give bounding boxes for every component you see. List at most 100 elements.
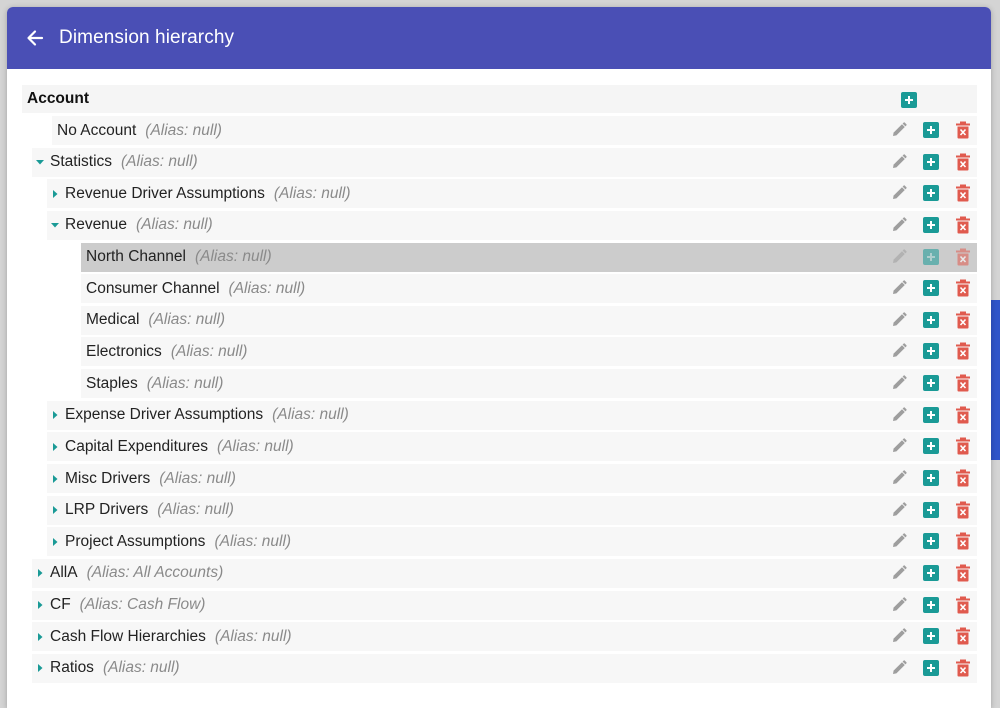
node-actions (889, 531, 973, 551)
tree-node-misc-drivers[interactable]: Misc Drivers (Alias: null) (47, 464, 977, 494)
add-child-button[interactable] (921, 626, 941, 646)
delete-trash-icon[interactable] (953, 183, 973, 203)
edit-pencil-icon[interactable] (889, 500, 909, 520)
plus-icon (923, 375, 939, 392)
edit-pencil-icon[interactable] (889, 373, 909, 393)
tree-node-project-assumptions[interactable]: Project Assumptions (Alias: null) (47, 527, 977, 557)
tree-node-revenue[interactable]: Revenue (Alias: null) (47, 210, 977, 240)
caret-down-icon[interactable] (47, 220, 63, 230)
edit-pencil-icon[interactable] (889, 310, 909, 330)
edit-pencil-icon[interactable] (889, 563, 909, 583)
tree-node-cash-flow-hierarchies[interactable]: Cash Flow Hierarchies (Alias: null) (32, 622, 977, 652)
tree-node-consumer-channel[interactable]: Consumer Channel (Alias: null) (81, 274, 977, 304)
edit-pencil-icon[interactable] (889, 405, 909, 425)
caret-right-icon[interactable] (47, 474, 63, 484)
delete-trash-icon[interactable] (953, 405, 973, 425)
tree-node-revenue-driver-assumptions[interactable]: Revenue Driver Assumptions (Alias: null) (47, 179, 977, 209)
edit-pencil-icon[interactable] (889, 468, 909, 488)
delete-trash-icon[interactable] (953, 436, 973, 456)
add-child-button[interactable] (921, 310, 941, 330)
node-alias: (Alias: null) (214, 627, 292, 645)
add-child-button[interactable] (921, 531, 941, 551)
plus-icon (923, 470, 939, 487)
delete-trash-icon[interactable] (953, 595, 973, 615)
back-arrow-icon[interactable] (23, 26, 47, 50)
edit-pencil-icon[interactable] (889, 152, 909, 172)
caret-right-icon[interactable] (47, 189, 63, 199)
caret-down-icon[interactable] (32, 157, 48, 167)
edit-pencil-icon[interactable] (889, 658, 909, 678)
add-child-button[interactable] (921, 658, 941, 678)
add-child-button[interactable] (921, 247, 941, 267)
tree-node-expense-driver-assumptions[interactable]: Expense Driver Assumptions (Alias: null) (47, 400, 977, 430)
edit-pencil-icon[interactable] (889, 595, 909, 615)
edit-pencil-icon[interactable] (889, 626, 909, 646)
delete-trash-icon[interactable] (953, 531, 973, 551)
caret-right-icon[interactable] (32, 663, 48, 673)
caret-right-icon[interactable] (32, 568, 48, 578)
add-child-button[interactable] (921, 405, 941, 425)
delete-trash-icon[interactable] (953, 310, 973, 330)
tree-node-cf[interactable]: CF (Alias: Cash Flow) (32, 590, 977, 620)
delete-trash-icon[interactable] (953, 341, 973, 361)
add-child-button[interactable] (921, 436, 941, 456)
tree-root-row: Account (22, 85, 977, 113)
edit-pencil-icon[interactable] (889, 436, 909, 456)
tree-node-electronics[interactable]: Electronics (Alias: null) (81, 337, 977, 367)
delete-trash-icon[interactable] (953, 215, 973, 235)
add-child-button[interactable] (921, 278, 941, 298)
add-child-button[interactable] (921, 373, 941, 393)
delete-trash-icon[interactable] (953, 658, 973, 678)
add-child-button[interactable] (921, 215, 941, 235)
node-name: Consumer Channel (86, 279, 220, 297)
tree-node-north-channel[interactable]: North Channel (Alias: null) (81, 242, 977, 272)
delete-trash-icon[interactable] (953, 373, 973, 393)
add-child-button[interactable] (921, 152, 941, 172)
add-root-child-button[interactable] (899, 90, 919, 110)
caret-right-icon[interactable] (47, 505, 63, 515)
plus-icon (901, 92, 917, 108)
edit-pencil-icon[interactable] (889, 278, 909, 298)
add-child-button[interactable] (921, 563, 941, 583)
edit-pencil-icon[interactable] (889, 215, 909, 235)
delete-trash-icon[interactable] (953, 563, 973, 583)
delete-trash-icon[interactable] (953, 247, 973, 267)
delete-trash-icon[interactable] (953, 626, 973, 646)
caret-right-icon[interactable] (47, 442, 63, 452)
add-child-button[interactable] (921, 120, 941, 140)
tree-node-capital-expenditures[interactable]: Capital Expenditures (Alias: null) (47, 432, 977, 462)
node-actions (889, 626, 973, 646)
add-child-button[interactable] (921, 500, 941, 520)
caret-right-icon[interactable] (32, 600, 48, 610)
caret-right-icon[interactable] (32, 632, 48, 642)
delete-trash-icon[interactable] (953, 468, 973, 488)
add-child-button[interactable] (921, 468, 941, 488)
add-child-button[interactable] (921, 341, 941, 361)
edit-pencil-icon[interactable] (889, 341, 909, 361)
edit-pencil-icon[interactable] (889, 531, 909, 551)
tree-node-statistics[interactable]: Statistics (Alias: null) (32, 147, 977, 177)
tree-node-staples[interactable]: Staples (Alias: null) (81, 369, 977, 399)
caret-right-icon[interactable] (47, 537, 63, 547)
delete-trash-icon[interactable] (953, 152, 973, 172)
edit-pencil-icon[interactable] (889, 247, 909, 267)
node-name: Cash Flow Hierarchies (50, 627, 206, 645)
caret-right-icon[interactable] (47, 410, 63, 420)
tree-node-alla[interactable]: AllA (Alias: All Accounts) (32, 558, 977, 588)
tree-node-no-account[interactable]: No Account (Alias: null) (52, 116, 977, 145)
edit-pencil-icon[interactable] (889, 120, 909, 140)
tree-node-medical[interactable]: Medical (Alias: null) (81, 305, 977, 335)
tree-node-ratios[interactable]: Ratios (Alias: null) (32, 653, 977, 683)
dialog-header: Dimension hierarchy (7, 7, 991, 69)
node-alias: (Alias: null) (217, 437, 294, 455)
edit-pencil-icon[interactable] (889, 183, 909, 203)
delete-trash-icon[interactable] (953, 120, 973, 140)
add-child-button[interactable] (921, 183, 941, 203)
add-child-button[interactable] (921, 595, 941, 615)
tree-node-lrp-drivers[interactable]: LRP Drivers (Alias: null) (47, 495, 977, 525)
plus-icon (923, 248, 939, 265)
delete-trash-icon[interactable] (953, 500, 973, 520)
delete-trash-icon[interactable] (953, 278, 973, 298)
node-alias: (Alias: null) (145, 121, 222, 139)
node-name: Revenue Driver Assumptions (65, 184, 265, 202)
